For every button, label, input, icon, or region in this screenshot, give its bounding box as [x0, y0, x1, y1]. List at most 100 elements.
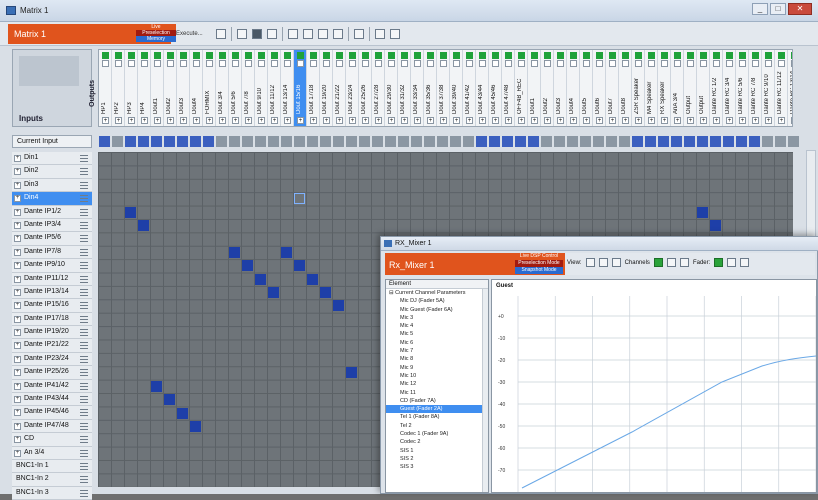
output-column[interactable]: Dout3 +	[177, 50, 190, 126]
fader-icon[interactable]	[80, 382, 88, 390]
output-column[interactable]: FOHMIX +	[203, 50, 216, 126]
output-column[interactable]: M4 Speaker +	[645, 50, 658, 126]
fader-icon[interactable]	[80, 168, 88, 176]
output-expand-button[interactable]: +	[648, 117, 655, 124]
current-input-cell[interactable]	[697, 136, 708, 147]
execute-button[interactable]: Execute...	[176, 31, 203, 37]
input-row[interactable]: BNC1-In 1	[12, 459, 92, 474]
input-row[interactable]: + Dante IP3/4	[12, 218, 92, 233]
output-column[interactable]: Dout 21/22 +	[333, 50, 346, 126]
output-expand-button[interactable]: +	[739, 117, 746, 124]
output-column[interactable]: Dante RC 11/12 +	[775, 50, 788, 126]
output-expand-button[interactable]: +	[531, 117, 538, 124]
expand-icon[interactable]: +	[14, 422, 21, 430]
fader-icon[interactable]	[80, 155, 88, 162]
expand-icon[interactable]: +	[14, 275, 21, 283]
current-input-cell[interactable]	[450, 136, 461, 147]
output-column[interactable]: HP2 +	[112, 50, 125, 126]
tree-item[interactable]: Mic 7	[386, 347, 488, 355]
current-input-cell[interactable]	[736, 136, 747, 147]
input-row[interactable]: BNC1-In 3	[12, 486, 92, 500]
output-column[interactable]: HP1 +	[99, 50, 112, 126]
current-input-cell[interactable]	[294, 136, 305, 147]
current-input-cell[interactable]	[775, 136, 786, 147]
crosspoint-cursor[interactable]	[294, 193, 305, 205]
fader-icon[interactable]	[80, 329, 88, 337]
output-column[interactable]: Dout 45/46 +	[489, 50, 502, 126]
minimize-button[interactable]: _	[752, 3, 768, 15]
output-column[interactable]: Dout2 +	[164, 50, 177, 126]
input-row[interactable]: + Dante IP47/48	[12, 419, 92, 434]
output-expand-button[interactable]: +	[557, 117, 564, 124]
fader-icon[interactable]	[80, 342, 88, 350]
output-column[interactable]: Dante RC 7/8 +	[749, 50, 762, 126]
tree-item[interactable]: Guest (Fader 2A)	[386, 405, 488, 414]
input-row[interactable]: + Dante IP25/26	[12, 366, 92, 380]
output-expand-button[interactable]: +	[206, 117, 213, 124]
channels-save-icon[interactable]	[666, 258, 676, 267]
tree-group[interactable]: ⊟ Current Channel Parameters	[386, 289, 488, 297]
current-input-cell[interactable]	[580, 136, 591, 147]
output-expand-button[interactable]: +	[167, 117, 174, 124]
tree-item[interactable]: Mic 11	[386, 389, 488, 397]
output-expand-button[interactable]: +	[284, 117, 291, 124]
tree-item[interactable]: Tel 2	[386, 422, 488, 430]
output-expand-button[interactable]: +	[440, 117, 447, 124]
input-row[interactable]: + Din2	[12, 165, 92, 179]
fader-icon[interactable]	[80, 369, 88, 377]
expand-icon[interactable]: +	[14, 221, 21, 229]
tree-item[interactable]: Mic 6	[386, 339, 488, 347]
expand-icon[interactable]: +	[14, 315, 21, 323]
tree-item[interactable]: Mic Guest (Fader 6A)	[386, 306, 488, 314]
output-expand-button[interactable]: +	[765, 117, 772, 124]
current-input-cell[interactable]	[359, 136, 370, 147]
output-expand-button[interactable]: +	[622, 117, 629, 124]
fader-icon[interactable]	[80, 476, 88, 484]
output-expand-button[interactable]: +	[661, 117, 668, 124]
current-input-cell[interactable]	[788, 136, 799, 147]
input-row[interactable]: + Dante IP41/42	[12, 379, 92, 394]
output-column[interactable]: Dout4 +	[190, 50, 203, 126]
output-expand-button[interactable]: +	[115, 117, 122, 124]
output-column[interactable]: Dout 25/26 +	[359, 50, 372, 126]
output-expand-button[interactable]: +	[271, 117, 278, 124]
view-list-icon[interactable]	[585, 258, 595, 267]
output-expand-button[interactable]: +	[791, 117, 792, 124]
output-expand-button[interactable]: +	[258, 117, 265, 124]
output-expand-button[interactable]: +	[154, 117, 161, 124]
crosspoint-active[interactable]	[307, 273, 318, 285]
tree-item[interactable]: SIS 2	[386, 455, 488, 463]
output-expand-button[interactable]: +	[128, 117, 135, 124]
output-expand-button[interactable]: +	[245, 117, 252, 124]
output-column[interactable]: HP4 +	[138, 50, 151, 126]
current-input-cell[interactable]	[710, 136, 721, 147]
crosspoint-active[interactable]	[333, 300, 344, 312]
current-input-cell[interactable]	[385, 136, 396, 147]
current-input-cell[interactable]	[502, 136, 513, 147]
output-column[interactable]: Dout 9/10 +	[255, 50, 268, 126]
output-column[interactable]: Dout 37/38 +	[437, 50, 450, 126]
output-expand-button[interactable]: +	[726, 117, 733, 124]
input-row[interactable]: + Dante IP11/12	[12, 272, 92, 286]
crosspoint-active[interactable]	[138, 220, 149, 231]
current-input-cell[interactable]	[255, 136, 266, 147]
expand-icon[interactable]: +	[14, 195, 21, 203]
mixer-mode-snapshot[interactable]: Snapshot Mode	[515, 267, 563, 274]
fader-icon[interactable]	[80, 462, 88, 470]
output-column[interactable]: Dout 3/4 +	[216, 50, 229, 126]
mode-memory[interactable]: Memory	[136, 36, 176, 42]
single-view-icon[interactable]	[266, 29, 277, 39]
current-input-cell[interactable]	[437, 136, 448, 147]
crosspoint-active[interactable]	[255, 273, 266, 285]
output-expand-button[interactable]: +	[297, 117, 304, 124]
fader-icon[interactable]	[80, 195, 88, 203]
output-expand-button[interactable]: +	[349, 117, 356, 124]
output-expand-button[interactable]: +	[492, 117, 499, 124]
output-expand-button[interactable]: +	[180, 117, 187, 124]
current-input-cell[interactable]	[606, 136, 617, 147]
output-column[interactable]: OFF4B_REC +	[515, 50, 528, 126]
wand-icon[interactable]	[374, 29, 385, 39]
fader-icon[interactable]	[80, 315, 88, 323]
output-expand-button[interactable]: +	[583, 117, 590, 124]
expand-icon[interactable]: +	[14, 369, 21, 377]
